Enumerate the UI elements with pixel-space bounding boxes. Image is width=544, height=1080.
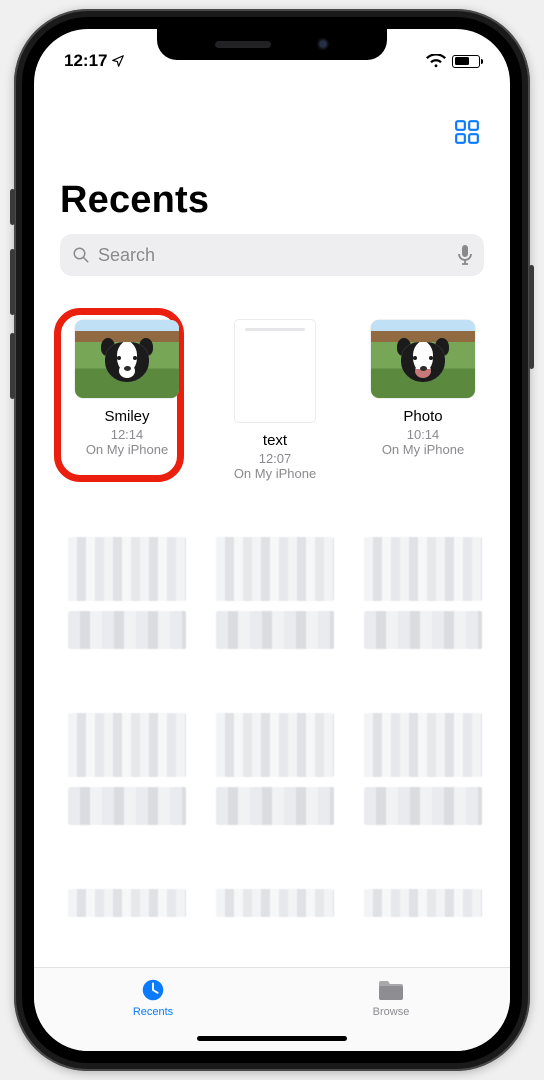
volume-down-button	[10, 333, 15, 399]
file-item[interactable]: Photo 10:14 On My iPhone	[364, 320, 482, 481]
files-grid: Smiley 12:14 On My iPhone text 12:07 On …	[34, 276, 510, 967]
file-time: 12:07	[259, 451, 292, 466]
power-button	[529, 265, 534, 369]
front-camera	[317, 38, 329, 50]
redacted-item	[216, 537, 334, 657]
redacted-item	[216, 889, 334, 917]
speaker-grille	[215, 41, 271, 48]
volume-up-button	[10, 249, 15, 315]
file-location: On My iPhone	[234, 466, 316, 481]
home-indicator[interactable]	[197, 1036, 347, 1041]
status-time: 12:17	[64, 51, 107, 71]
file-thumbnail-doc	[235, 320, 315, 422]
file-name: text	[263, 432, 287, 449]
redacted-item	[364, 713, 482, 833]
search-input[interactable]	[98, 245, 458, 266]
file-location: On My iPhone	[86, 442, 168, 457]
file-name: Photo	[403, 408, 442, 425]
phone-frame: 12:17	[14, 9, 530, 1071]
file-item[interactable]: text 12:07 On My iPhone	[216, 320, 334, 481]
redacted-item	[216, 713, 334, 833]
screen: 12:17	[34, 29, 510, 1051]
file-time: 10:14	[407, 427, 440, 442]
battery-icon	[452, 55, 480, 68]
search-icon	[72, 246, 90, 264]
redacted-item	[364, 889, 482, 917]
wifi-icon	[426, 54, 446, 68]
file-location: On My iPhone	[382, 442, 464, 457]
redacted-item	[68, 537, 186, 657]
tab-label: Browse	[373, 1006, 410, 1018]
file-thumbnail-image	[75, 320, 179, 398]
tab-label: Recents	[133, 1006, 173, 1018]
redacted-item	[364, 537, 482, 657]
grid-icon	[454, 119, 480, 145]
mute-switch	[10, 189, 15, 225]
page-title: Recents	[60, 179, 484, 222]
location-icon	[111, 54, 125, 68]
bezel: 12:17	[22, 17, 522, 1063]
view-toggle-button[interactable]	[60, 119, 484, 145]
redacted-item	[68, 713, 186, 833]
notch	[157, 28, 387, 60]
microphone-icon[interactable]	[458, 245, 472, 265]
file-item[interactable]: Smiley 12:14 On My iPhone	[68, 320, 186, 481]
file-name: Smiley	[104, 408, 149, 425]
file-time: 12:14	[111, 427, 144, 442]
nav-area: Recents	[34, 79, 510, 222]
folder-icon	[376, 976, 406, 1004]
redacted-item	[68, 889, 186, 917]
file-thumbnail-image	[371, 320, 475, 398]
search-bar[interactable]	[60, 234, 484, 276]
clock-icon	[138, 976, 168, 1004]
